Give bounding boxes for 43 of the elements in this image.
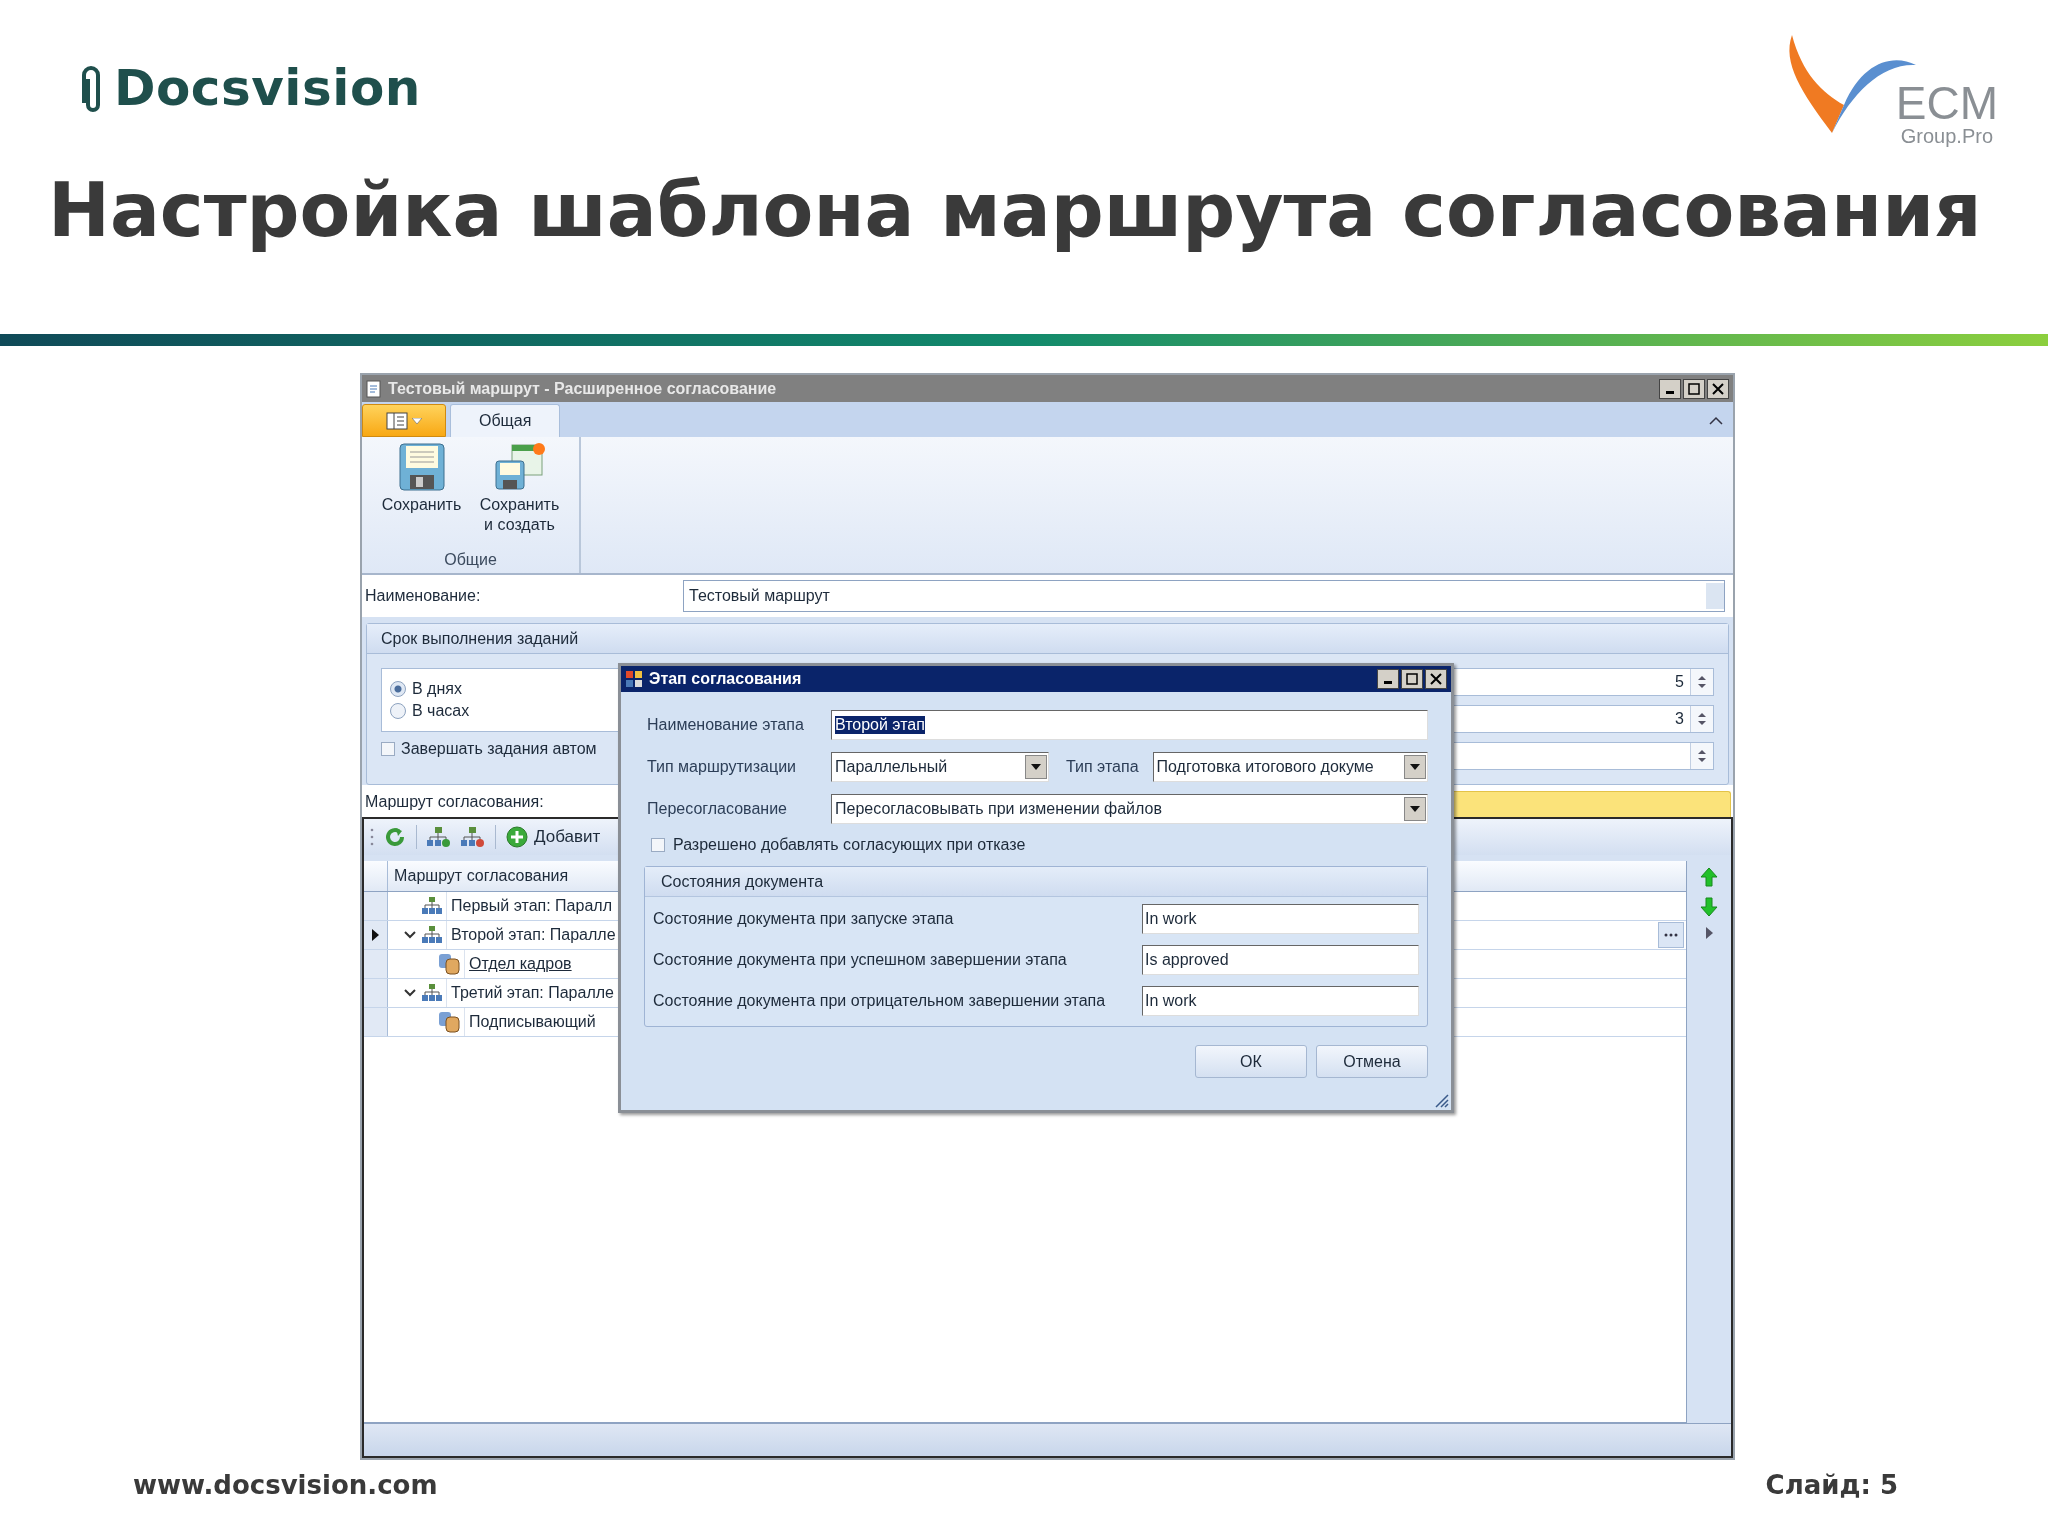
field-label: Наименование этапа: [646, 716, 805, 734]
dropdown-field[interactable]: Параллельный: [831, 752, 1049, 782]
partner-logo-text: ECM: [1895, 81, 1998, 125]
checkbox-label: Разрешено добавлять согласующих при отказе: [673, 836, 1026, 854]
ribbon-group-label: Общие: [444, 551, 497, 570]
name-field[interactable]: Тестовый маршрут: [683, 580, 1725, 612]
column-header: Маршрут согласования: [393, 866, 569, 886]
partner-logo-subtext: Group.Pro: [1900, 125, 1993, 147]
tree-item[interactable]: Третий этап: Паралле: [446, 979, 618, 1007]
field-label: Маршрут согласования:: [364, 793, 545, 812]
state-field[interactable]: Is approved: [1142, 945, 1419, 975]
field-label: Состояние документа при запуске этапа: [653, 910, 954, 928]
group-title: Состояния документа: [661, 872, 824, 891]
stage-name-field[interactable]: Второй этап: [831, 710, 1428, 740]
slide-title: Настройка шаблона маршрута согласования: [47, 166, 1982, 255]
dropdown-field[interactable]: Пересогласовывать при изменении файлов: [831, 794, 1428, 824]
state-field[interactable]: In work: [1142, 904, 1419, 934]
add-button[interactable]: Добавит: [506, 826, 601, 848]
dialog-button[interactable]: ОК: [1195, 1045, 1307, 1078]
section-title: Срок выполнения заданий: [381, 629, 579, 648]
footer-url: www.docsvision.com: [133, 1470, 438, 1500]
ribbon-button[interactable]: Сохранить: [377, 443, 466, 551]
slide-number: Слайд: 5: [1765, 1470, 1898, 1500]
window-title: Тестовый маршрут - Расширенное согласование: [388, 379, 778, 398]
ribbon-tab[interactable]: Общая: [450, 404, 561, 437]
dialog-title: Этап согласования: [649, 670, 803, 688]
radio-label: В часах: [412, 702, 470, 720]
dialog-button[interactable]: Отмена: [1316, 1045, 1428, 1078]
tree-item[interactable]: Подписывающий: [464, 1008, 600, 1036]
tree-item[interactable]: Отдел кадров: [464, 950, 576, 978]
brand-logo: Docsvision: [114, 59, 421, 117]
field-label: Наименование:: [365, 587, 482, 605]
state-field[interactable]: In work: [1142, 986, 1419, 1016]
field-label: Тип маршрутизации: [646, 758, 797, 776]
field-label: Состояние документа при успешном завершении этапа: [653, 951, 1067, 969]
checkbox-label: Завершать задания автом: [401, 740, 597, 758]
dropdown-field[interactable]: Подготовка итогового докуме: [1152, 752, 1428, 782]
radio-label: В днях: [412, 680, 462, 698]
ribbon-button[interactable]: Сохранить и создать: [475, 443, 564, 551]
field-label: Тип этапа: [1065, 758, 1139, 776]
field-label: Пересогласование: [646, 800, 788, 818]
field-label: Состояние документа при отрицательном завершении этапа: [653, 992, 1106, 1010]
tree-item[interactable]: Первый этап: Паралл: [446, 892, 616, 920]
